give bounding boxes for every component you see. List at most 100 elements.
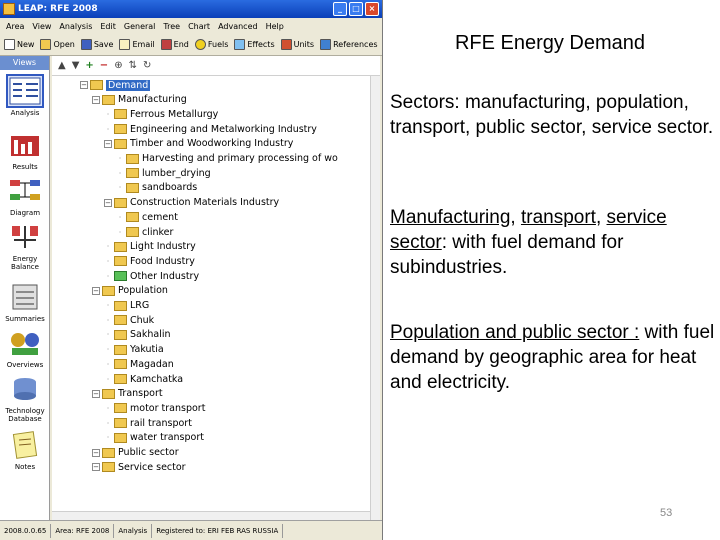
tree-node[interactable]: · sandboards bbox=[116, 181, 198, 195]
tree-node[interactable]: · Food Industry bbox=[104, 254, 195, 268]
collapse-toggle-icon[interactable]: − bbox=[92, 448, 100, 457]
leaf-marker-icon: · bbox=[106, 403, 110, 413]
overviews-icon bbox=[11, 333, 39, 355]
separator-1: , bbox=[510, 207, 521, 228]
view-results[interactable]: Results bbox=[2, 130, 48, 171]
view-summaries[interactable]: Summaries bbox=[2, 282, 48, 323]
tree-node-label: Food Industry bbox=[130, 255, 195, 267]
tree-node-label: Kamchatka bbox=[130, 373, 184, 385]
email-button[interactable]: Email bbox=[117, 39, 158, 50]
views-header: Views bbox=[0, 56, 49, 70]
folder-icon bbox=[90, 80, 103, 90]
tree-node[interactable]: − Demand bbox=[80, 78, 151, 92]
menu-general[interactable]: General bbox=[120, 22, 160, 31]
maximize-button[interactable]: □ bbox=[349, 2, 363, 16]
leaf-marker-icon: · bbox=[106, 345, 110, 355]
fuels-button[interactable]: Fuels bbox=[193, 39, 233, 50]
units-button[interactable]: Units bbox=[279, 39, 318, 50]
menu-view[interactable]: View bbox=[28, 22, 55, 31]
arrow-up-icon[interactable]: ▲ bbox=[58, 60, 66, 71]
tree-node[interactable]: · Chuk bbox=[104, 313, 154, 327]
collapse-toggle-icon[interactable]: − bbox=[92, 286, 100, 295]
collapse-toggle-icon[interactable]: − bbox=[92, 389, 100, 398]
tree-node[interactable]: · Engineering and Metalworking Industry bbox=[104, 122, 317, 136]
menu-help[interactable]: Help bbox=[262, 22, 288, 31]
collapse-toggle-icon[interactable]: − bbox=[92, 463, 100, 472]
view-energy-balance[interactable]: Energy Balance bbox=[2, 222, 48, 271]
tree-node[interactable]: − Public sector bbox=[92, 446, 179, 460]
leaf-marker-icon: · bbox=[106, 124, 110, 134]
effects-button[interactable]: Effects bbox=[232, 39, 278, 50]
menu-advanced[interactable]: Advanced bbox=[214, 22, 262, 31]
tree-toolbar: ▲ ▼ + − ⊕ ⇅ ↻ bbox=[52, 56, 380, 76]
view-diagram[interactable]: Diagram bbox=[2, 176, 48, 217]
folder-icon bbox=[114, 241, 127, 252]
open-button[interactable]: Open bbox=[38, 39, 78, 50]
view-technology-database[interactable]: Technology Database bbox=[2, 374, 48, 423]
folder-icon bbox=[114, 432, 127, 443]
sort-icon[interactable]: ⇅ bbox=[129, 60, 137, 71]
tree-node-label: water transport bbox=[130, 432, 204, 444]
tree-node[interactable]: · Other Industry bbox=[104, 269, 199, 283]
menu-analysis[interactable]: Analysis bbox=[55, 22, 96, 31]
refresh-icon[interactable]: ↻ bbox=[143, 60, 151, 71]
tree-node[interactable]: · LRG bbox=[104, 299, 150, 313]
collapse-toggle-icon[interactable]: − bbox=[104, 139, 112, 148]
tree-node[interactable]: · Yakutia bbox=[104, 343, 164, 357]
expand-icon[interactable]: ⊕ bbox=[114, 60, 122, 71]
folder-icon bbox=[126, 168, 139, 179]
collapse-toggle-icon[interactable]: − bbox=[104, 198, 112, 207]
tree-node[interactable]: · motor transport bbox=[104, 401, 206, 415]
menu-edit[interactable]: Edit bbox=[96, 22, 120, 31]
tree-node[interactable]: · Light Industry bbox=[104, 240, 196, 254]
tree-node[interactable]: · Harvesting and primary processing of wo bbox=[116, 152, 338, 166]
tree-node[interactable]: − Service sector bbox=[92, 460, 186, 474]
folder-icon bbox=[114, 256, 127, 267]
collapse-toggle-icon[interactable]: − bbox=[80, 81, 88, 89]
title-bar: LEAP: RFE 2008 _ □ × bbox=[0, 0, 382, 18]
end-button[interactable]: End bbox=[159, 39, 193, 50]
menu-area[interactable]: Area bbox=[2, 22, 28, 31]
collapse-toggle-icon[interactable]: − bbox=[92, 95, 100, 104]
tree-vertical-scrollbar[interactable] bbox=[370, 76, 380, 520]
view-notes[interactable]: Notes bbox=[2, 430, 48, 471]
references-button[interactable]: References bbox=[318, 39, 381, 50]
tree-horizontal-scrollbar[interactable] bbox=[52, 511, 370, 520]
leaf-marker-icon: · bbox=[106, 315, 110, 325]
new-button[interactable]: New bbox=[2, 39, 38, 50]
open-icon bbox=[40, 39, 52, 50]
menu-tree[interactable]: Tree bbox=[159, 22, 184, 31]
minimize-button[interactable]: _ bbox=[333, 2, 347, 16]
tree-node[interactable]: · Kamchatka bbox=[104, 372, 183, 386]
arrow-down-icon[interactable]: ▼ bbox=[72, 60, 80, 71]
tree-node[interactable]: · Magadan bbox=[104, 357, 174, 371]
tree-node[interactable]: − Construction Materials Industry bbox=[104, 196, 279, 210]
tree-node[interactable]: − Manufacturing bbox=[92, 93, 187, 107]
tree-node[interactable]: − Population bbox=[92, 284, 168, 298]
folder-icon bbox=[114, 138, 127, 149]
remove-branch-icon[interactable]: − bbox=[100, 60, 108, 71]
leaf-marker-icon: · bbox=[118, 168, 122, 178]
tree-node-label: Engineering and Metalworking Industry bbox=[130, 123, 317, 135]
view-analysis[interactable]: Analysis bbox=[2, 74, 48, 117]
menu-chart[interactable]: Chart bbox=[184, 22, 214, 31]
view-overviews[interactable]: Overviews bbox=[2, 328, 48, 369]
save-button[interactable]: Save bbox=[79, 39, 118, 50]
tree-node[interactable]: · cement bbox=[116, 210, 178, 224]
close-button[interactable]: × bbox=[365, 2, 379, 16]
tree-node[interactable]: · Sakhalin bbox=[104, 328, 171, 342]
tree-node[interactable]: · rail transport bbox=[104, 416, 192, 430]
tree-node-label: Public sector bbox=[118, 447, 179, 458]
leaf-marker-icon: · bbox=[106, 330, 110, 340]
save-label: Save bbox=[93, 40, 114, 49]
add-branch-icon[interactable]: + bbox=[85, 60, 93, 71]
tree-node[interactable]: − Timber and Woodworking Industry bbox=[104, 137, 293, 151]
diagram-icon bbox=[10, 180, 40, 200]
tree-node[interactable]: · clinker bbox=[116, 225, 174, 239]
tree-node[interactable]: · Ferrous Metallurgy bbox=[104, 107, 219, 121]
units-label: Units bbox=[293, 40, 315, 49]
view-diagram-label: Diagram bbox=[9, 209, 41, 217]
tree-node[interactable]: · water transport bbox=[104, 431, 204, 445]
tree-node[interactable]: − Transport bbox=[92, 387, 163, 401]
tree-node[interactable]: · lumber_drying bbox=[116, 166, 211, 180]
